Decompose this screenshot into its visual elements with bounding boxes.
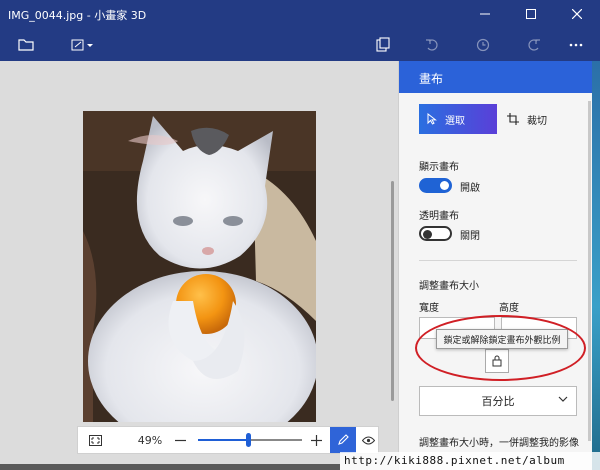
zoom-bar: 49% (77, 426, 379, 454)
toolbar (0, 28, 600, 61)
canvas-image[interactable] (83, 111, 316, 422)
cat-photo (83, 111, 316, 422)
panel-divider (419, 260, 577, 261)
panel-scrollbar[interactable] (588, 101, 591, 441)
show-canvas-toggle[interactable] (419, 178, 452, 193)
resize-image-with-canvas-label: 調整畫布大小時，一併調整我的影像 (419, 438, 579, 449)
select-tool-button[interactable]: 選取 (419, 104, 497, 134)
zoom-slider[interactable] (198, 433, 302, 447)
chevron-down-icon (558, 396, 568, 402)
open-folder-button[interactable] (8, 28, 44, 61)
transparent-canvas-label: 透明畫布 (419, 211, 459, 222)
more-icon (569, 43, 583, 46)
menu-resize-button[interactable] (62, 28, 102, 61)
history-button[interactable] (465, 28, 501, 61)
desktop-background (592, 61, 600, 470)
maximize-icon (526, 9, 536, 19)
more-button[interactable] (558, 28, 594, 61)
zoom-slider-fill (198, 439, 249, 441)
view-button[interactable] (358, 427, 378, 453)
eye-icon (361, 436, 375, 444)
unit-dropdown[interactable]: 百分比 (419, 386, 577, 416)
resize-icon (71, 39, 93, 50)
zoom-in-button[interactable] (306, 427, 326, 453)
width-label: 寬度 (419, 303, 439, 314)
title-bar: IMG_0044.jpg - 小畫家 3D (0, 0, 600, 28)
taskbar-strip (0, 464, 340, 470)
canvas-panel: 畫布 選取 裁切 顯示畫布 開啟 透明畫布 關閉 調整畫布大小 寬度 高度 鎖定… (398, 61, 593, 470)
undo-icon (426, 38, 438, 51)
fit-to-window-button[interactable] (82, 427, 108, 453)
canvas-scrollbar[interactable] (391, 181, 394, 401)
cursor-icon (427, 113, 437, 125)
transparent-canvas-toggle[interactable] (419, 226, 452, 241)
zoom-out-button[interactable] (170, 427, 190, 453)
transparent-canvas-state: 關閉 (460, 231, 480, 242)
watermark: http://kiki888.pixnet.net/album (340, 452, 600, 470)
canvas-area[interactable] (0, 61, 398, 470)
close-button[interactable] (554, 0, 600, 28)
height-label: 高度 (499, 303, 519, 314)
maximize-button[interactable] (508, 0, 554, 28)
resize-canvas-label: 調整畫布大小 (419, 281, 479, 292)
panel-title: 畫布 (399, 61, 593, 93)
crop-tool-label: 裁切 (527, 115, 547, 127)
zoom-slider-thumb[interactable] (246, 433, 252, 447)
window-title: IMG_0044.jpg - 小畫家 3D (8, 9, 147, 22)
fit-screen-icon (88, 434, 102, 446)
paste-button[interactable] (365, 28, 401, 61)
minus-icon (174, 439, 186, 441)
pen-icon (338, 434, 349, 445)
annotation-ellipse (415, 315, 586, 381)
show-canvas-state: 開啟 (460, 183, 480, 194)
paste-icon (376, 37, 390, 52)
show-canvas-label: 顯示畫布 (419, 162, 459, 173)
history-icon (476, 38, 490, 51)
redo-icon (528, 38, 540, 51)
minimize-button[interactable] (462, 0, 508, 28)
crop-tool-button[interactable]: 裁切 (499, 104, 577, 134)
draw-button[interactable] (330, 427, 356, 453)
select-tool-label: 選取 (445, 115, 465, 127)
minimize-icon (480, 13, 490, 15)
folder-icon (18, 39, 34, 51)
crop-icon (507, 113, 519, 125)
unit-dropdown-value: 百分比 (481, 395, 515, 408)
redo-button[interactable] (516, 28, 552, 61)
undo-button[interactable] (414, 28, 450, 61)
plus-icon (310, 434, 322, 446)
close-icon (572, 9, 582, 19)
zoom-percent: 49% (137, 433, 163, 447)
